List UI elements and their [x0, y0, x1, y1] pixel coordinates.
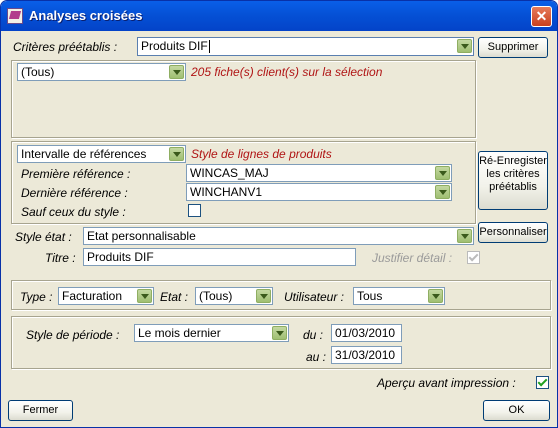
type-combo[interactable]: Facturation: [58, 287, 154, 305]
criteres-value: Produits DIF: [141, 39, 210, 54]
derniere-reference-value: WINCHANV1: [190, 185, 263, 199]
chevron-down-icon[interactable]: [428, 289, 443, 303]
etat-value: (Tous): [199, 289, 233, 303]
chevron-down-icon[interactable]: [457, 229, 472, 243]
apercu-checkbox[interactable]: [536, 376, 549, 389]
supprimer-button[interactable]: Supprimer: [478, 37, 548, 58]
clients-filter-value: (Tous): [21, 65, 55, 79]
app-document-icon: [7, 8, 23, 24]
derniere-reference-label: Dernière référence :: [21, 186, 128, 200]
style-etat-combo[interactable]: Etat personnalisable: [83, 227, 474, 245]
sauf-style-checkbox[interactable]: [188, 204, 201, 217]
chevron-down-icon[interactable]: [137, 289, 152, 303]
produits-mode-combo[interactable]: Intervalle de références: [17, 145, 186, 163]
derniere-reference-combo[interactable]: WINCHANV1: [186, 183, 452, 201]
titre-input[interactable]: Produits DIF: [83, 248, 356, 266]
premiere-reference-label: Première référence :: [21, 167, 131, 181]
chevron-down-icon[interactable]: [256, 289, 271, 303]
chevron-down-icon[interactable]: [435, 185, 450, 199]
titre-label: Titre :: [45, 251, 76, 265]
close-button[interactable]: ✕: [531, 6, 552, 27]
style-periode-combo[interactable]: Le mois dernier: [134, 324, 289, 342]
ok-button[interactable]: OK: [483, 400, 550, 421]
clients-filter-combo[interactable]: (Tous): [17, 63, 186, 81]
etat-combo[interactable]: (Tous): [195, 287, 273, 305]
type-value: Facturation: [62, 289, 123, 303]
chevron-down-icon[interactable]: [457, 39, 472, 53]
personnaliser-button[interactable]: Personnaliser: [478, 222, 548, 243]
criteres-label: Critères préétablis :: [13, 40, 118, 54]
du-label: du :: [303, 328, 324, 342]
chevron-down-icon[interactable]: [169, 147, 184, 161]
clients-count: 205 fiche(s) client(s) sur la sélection: [191, 65, 383, 79]
chevron-down-icon[interactable]: [169, 65, 184, 79]
window-title: Analyses croisées: [29, 8, 143, 23]
reenregistrer-button[interactable]: Ré-Enregister les critères préétablis: [478, 151, 548, 210]
titre-value: Produits DIF: [87, 250, 154, 264]
style-etat-label: Style état :: [15, 230, 72, 244]
close-icon: ✕: [535, 8, 548, 24]
produits-mode-value: Intervalle de références: [21, 147, 147, 161]
produits-style-label: Style de lignes de produits: [191, 147, 332, 161]
style-periode-value: Le mois dernier: [138, 326, 221, 340]
du-date-value: 01/03/2010: [335, 326, 396, 340]
au-date-input[interactable]: 31/03/2010: [331, 346, 402, 364]
premiere-reference-combo[interactable]: WINCAS_MAJ: [186, 164, 452, 182]
type-label: Type :: [20, 290, 53, 304]
criteres-combo[interactable]: Produits DIF: [137, 37, 474, 56]
utilisateur-value: Tous: [357, 289, 383, 303]
justifier-detail-checkbox[interactable]: [467, 251, 480, 264]
style-periode-label: Style de période :: [26, 328, 120, 342]
etat-label: Etat :: [160, 290, 189, 304]
chevron-down-icon[interactable]: [435, 166, 450, 180]
du-date-input[interactable]: 01/03/2010: [331, 324, 402, 342]
utilisateur-label: Utilisateur :: [284, 290, 345, 304]
ok-label: OK: [508, 404, 525, 416]
apercu-label: Aperçu avant impression :: [377, 376, 516, 390]
fermer-button[interactable]: Fermer: [8, 400, 73, 421]
dialog-window: Analyses croisées ✕ Critères préétablis …: [0, 0, 558, 428]
style-etat-value: Etat personnalisable: [87, 229, 196, 243]
justifier-detail-label: Justifier détail :: [372, 251, 453, 265]
au-date-value: 31/03/2010: [335, 348, 396, 362]
title-bar[interactable]: Analyses croisées ✕: [1, 1, 557, 31]
chevron-down-icon[interactable]: [272, 326, 287, 340]
sauf-style-label: Sauf ceux du style :: [21, 205, 126, 219]
premiere-reference-value: WINCAS_MAJ: [190, 166, 269, 180]
au-label: au :: [306, 350, 327, 364]
utilisateur-combo[interactable]: Tous: [353, 287, 445, 305]
fermer-label: Fermer: [22, 404, 59, 416]
